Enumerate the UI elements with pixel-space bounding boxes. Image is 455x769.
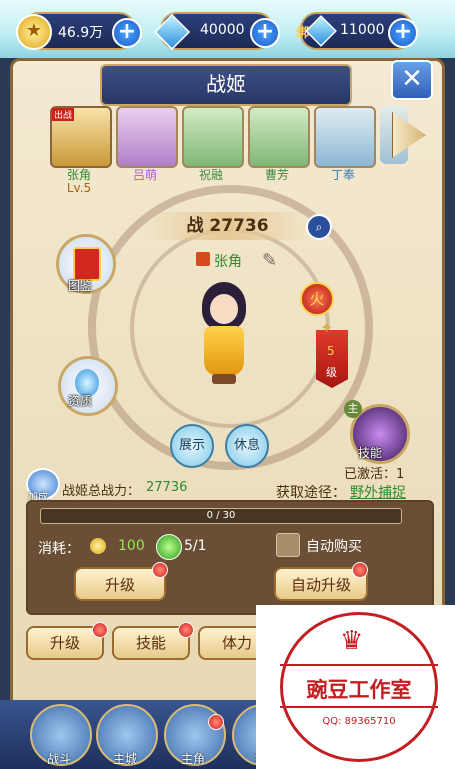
auto-upgrade-notification-dot — [352, 562, 368, 578]
hero-class-icon — [196, 252, 210, 266]
hero-portrait-caofang[interactable] — [248, 106, 310, 168]
show-button[interactable]: 展示 — [170, 424, 214, 468]
item-cost: 5/1 — [184, 538, 207, 554]
exp-text: 0 / 30 — [206, 510, 236, 521]
watermark-title: 豌豆工作室 — [306, 678, 412, 702]
gold-star-icon: ★ — [16, 14, 52, 50]
hero-portrait-dingfeng[interactable] — [314, 106, 376, 168]
tab-upgrade-dot — [92, 622, 108, 638]
total-power-label: 战姬总战力： — [62, 484, 141, 499]
upgrade-notification-dot — [152, 562, 168, 578]
hero-name-lumeng: 吕萌 — [132, 168, 157, 182]
power-value: 27736 — [209, 216, 269, 236]
hero-level: Lv.5 — [66, 181, 92, 195]
add-bound-diamond-button[interactable]: + — [388, 18, 418, 48]
star-icon: ✦ — [320, 318, 334, 337]
auto-buy-label: 自动购买 — [306, 539, 362, 555]
hero-name-dingfeng: 丁奉 — [330, 168, 355, 182]
codex-label: 图鉴 — [68, 279, 93, 293]
auto-buy-checkbox[interactable] — [276, 533, 300, 557]
power-prefix: 战 — [186, 216, 204, 236]
cost-label: 消耗： — [38, 541, 80, 557]
combat-power: 战 27736 — [145, 212, 310, 240]
add-diamond-button[interactable]: + — [250, 18, 280, 48]
star-level-unit: 级 — [326, 366, 337, 379]
hero-portrait-lumeng[interactable] — [116, 106, 178, 168]
total-power-value: 27736 — [146, 480, 188, 495]
hero-name-zhurong: 祝融 — [198, 168, 223, 182]
nav-hero-dot — [208, 714, 224, 730]
tab-skill-dot — [178, 622, 194, 638]
panel-title: 战姬 — [100, 64, 352, 106]
nav-city-label: 主城 — [112, 752, 137, 766]
close-button[interactable]: ✕ — [391, 60, 433, 100]
watermark-line-bottom — [280, 706, 438, 708]
gold-cost: 100 — [118, 538, 145, 554]
gold-amount: 46.9万 — [58, 25, 104, 41]
hero-name-caofang: 曹芳 — [264, 168, 289, 182]
diamond-amount: 40000 — [200, 22, 245, 38]
bound-diamond-amount: 11000 — [340, 22, 385, 38]
crown-icon: ♛ — [340, 626, 364, 656]
rename-pencil-icon[interactable]: ✎ — [262, 250, 277, 271]
fire-element-badge: 火 — [300, 282, 334, 316]
add-gold-button[interactable]: + — [112, 18, 142, 48]
inspect-search-icon[interactable]: ⌕ — [306, 214, 332, 240]
watermark-line-top — [280, 664, 438, 666]
hero-portrait-zhurong[interactable] — [182, 106, 244, 168]
deployed-tag: 出战 — [52, 108, 75, 121]
activated-count: 已激活：1 — [344, 467, 405, 482]
aptitude-label: 资质 — [68, 394, 93, 408]
exp-potion-icon — [156, 534, 182, 560]
exp-progress-bar: 0 / 30 — [40, 508, 402, 524]
hero-character-sprite — [192, 282, 256, 386]
skill-label: 技能 — [358, 446, 383, 460]
nav-battle-label: 战斗 — [46, 752, 71, 766]
source-link[interactable]: 野外捕捉 — [350, 482, 406, 502]
rest-button[interactable]: 休息 — [225, 424, 269, 468]
hero-display-name: 张角 — [214, 254, 242, 270]
star-level-value: 5 — [327, 344, 335, 358]
nav-hero-label: 主角 — [180, 752, 205, 766]
skill-main-tag: 主 — [344, 400, 362, 418]
gold-coin-icon — [90, 538, 106, 554]
source-label: 获取途径： — [276, 485, 346, 501]
watermark-qq: QQ: 89365710 — [322, 716, 396, 727]
